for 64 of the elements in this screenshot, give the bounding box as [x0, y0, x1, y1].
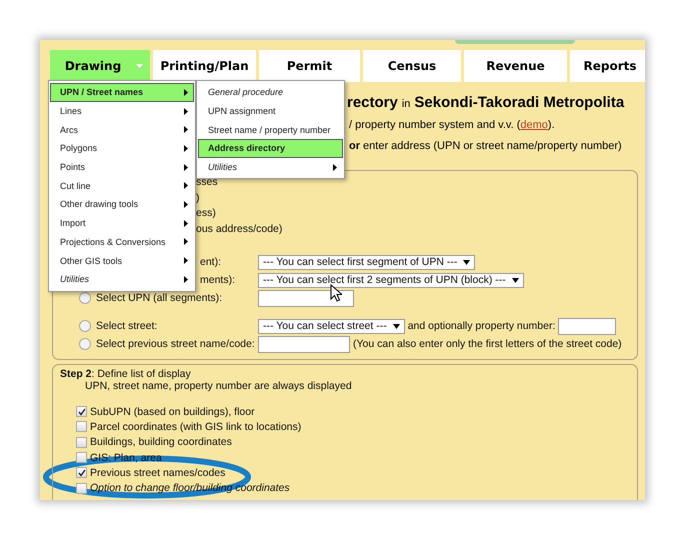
intro-text: / property number system and v.v. (demo).	[349, 119, 556, 131]
menu-item[interactable]: Lines	[50, 102, 194, 120]
menu-item[interactable]: Address directory	[198, 139, 343, 158]
menu-item[interactable]: General procedure	[198, 83, 343, 102]
demo-link[interactable]: demo	[520, 119, 548, 131]
caret-icon	[392, 324, 400, 328]
tab[interactable]: Revenue	[464, 50, 567, 82]
menu-item[interactable]: Cut line	[50, 176, 194, 196]
option-label: )	[196, 192, 200, 204]
tab[interactable]: Permit	[259, 50, 360, 82]
caret-icon	[512, 278, 519, 282]
option-label: ent):	[200, 256, 222, 268]
menu-item[interactable]: Utilities	[198, 158, 343, 176]
menu-item[interactable]: Utilities	[50, 270, 194, 289]
radio-button[interactable]	[79, 320, 91, 332]
caret-icon	[463, 260, 470, 264]
option-label: Buildings, building coordinates	[90, 436, 232, 448]
option-label: Previous street names/codes	[90, 466, 226, 479]
field-hint: and optionally property number:	[408, 320, 556, 332]
option-label: Select previous street name/code:	[96, 338, 255, 350]
field-hint: (You can also enter only the first letters of the street code)	[353, 338, 622, 350]
option-label: ess)	[196, 207, 216, 219]
tab[interactable]: Drawing	[50, 50, 150, 82]
checkbox[interactable]	[76, 482, 87, 494]
menu-item[interactable]: Import	[50, 214, 194, 232]
checkbox[interactable]	[76, 421, 87, 432]
title-word: in	[402, 98, 410, 110]
radio-button[interactable]	[79, 292, 91, 304]
tab[interactable]: Reports	[570, 50, 645, 82]
option-label: sses	[196, 176, 218, 188]
menu-item[interactable]: Street name / property number	[198, 120, 343, 140]
page-title: Sekondi-Takoradi Metropolita	[414, 94, 624, 111]
input-field[interactable]	[258, 336, 350, 352]
radio-button[interactable]	[79, 338, 91, 350]
menu-item[interactable]: UPN / Street names	[50, 83, 194, 102]
checkbox[interactable]	[76, 467, 87, 478]
dropdown[interactable]: --- You can select first segment of UPN ---	[258, 254, 476, 270]
step-note: UPN, street name, property number are always displayed	[84, 380, 353, 392]
checkbox[interactable]	[76, 452, 87, 464]
option-label: SubUPN (based on buildings), floor	[90, 406, 255, 418]
tab[interactable]: Printing/Plan	[153, 50, 256, 82]
tab[interactable]: Census	[363, 50, 461, 82]
menu-item[interactable]: Points	[50, 158, 194, 176]
menu-item[interactable]: Other drawing tools	[50, 195, 194, 214]
step-prompt: or enter address (UPN or street name/property number)	[349, 140, 623, 152]
option-label: ous address/code)	[196, 222, 282, 234]
option-label: Parcel coordinates (with GIS link to locations)	[90, 420, 302, 433]
option-label: ments):	[200, 274, 236, 286]
menu-item[interactable]: UPN assignment	[198, 102, 343, 120]
input-field[interactable]	[558, 318, 616, 334]
menu-item[interactable]: Arcs	[50, 120, 194, 140]
page-title: rectory	[347, 94, 398, 111]
dropdown[interactable]: --- You can select street ---	[258, 318, 405, 334]
checkbox[interactable]	[76, 436, 87, 448]
cursor-icon	[330, 284, 342, 302]
input-field[interactable]	[258, 290, 354, 306]
menu-item[interactable]: Projections & Conversions	[50, 232, 194, 252]
menu-item[interactable]: Polygons	[50, 139, 194, 158]
option-label: Select UPN (all segments):	[96, 292, 222, 304]
dropdown[interactable]: --- You can select first 2 segments of UPN (block) ---	[258, 272, 524, 288]
menu-item[interactable]: Other GIS tools	[50, 251, 194, 270]
option-label: Select street:	[96, 320, 158, 332]
checkbox[interactable]	[76, 406, 87, 418]
step-title: Step 2: Define list of display	[60, 368, 192, 380]
